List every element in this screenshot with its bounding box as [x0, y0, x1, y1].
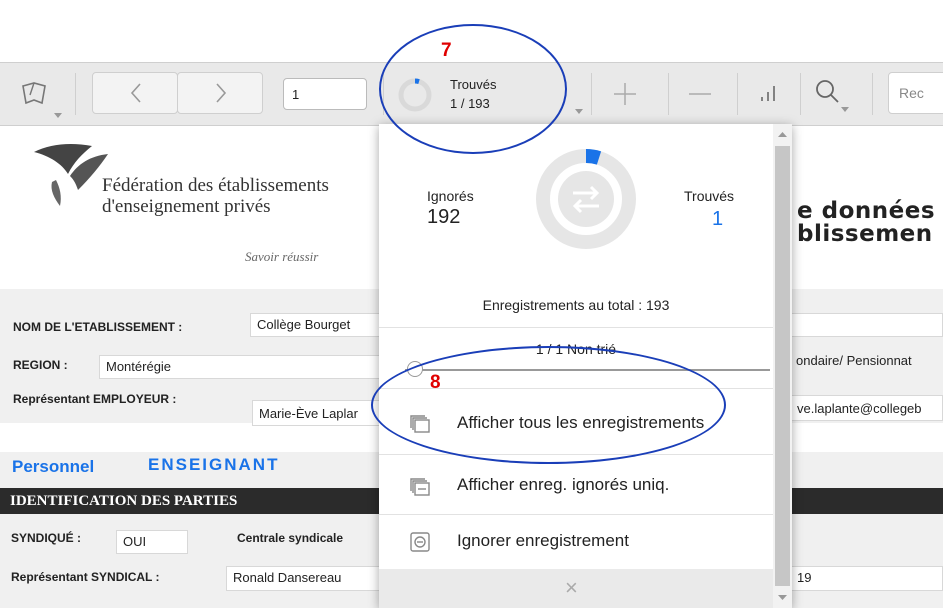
- syndique-label: SYNDIQUÉ :: [11, 531, 82, 545]
- email-field[interactable]: ve.laplante@collegeb: [790, 395, 943, 421]
- annotation-ellipse-7: [379, 24, 567, 154]
- new-record-icon[interactable]: [610, 79, 644, 109]
- page-title-line2: blissemen: [797, 221, 933, 247]
- school-type-field[interactable]: ondaire/ Pensionnat: [790, 350, 943, 374]
- annotation-ellipse-8: [371, 346, 726, 464]
- feep-logo: [30, 140, 110, 210]
- centrale-label: Centrale syndicale: [237, 531, 344, 545]
- total-records-text: Enregistrements au total : 193: [482, 297, 670, 313]
- rep-syndical-label: Représentant SYNDICAL :: [11, 570, 160, 584]
- omit-icon: [410, 532, 430, 552]
- ignored-label: Ignorés: [427, 188, 474, 204]
- scroll-down-icon[interactable]: [773, 590, 792, 604]
- bar-chart-icon[interactable]: [757, 81, 781, 107]
- popup-scrollbar[interactable]: [773, 124, 792, 608]
- rep-employeur-field[interactable]: Marie-Ève Laplar: [252, 400, 382, 426]
- rep-employeur-label: Représentant EMPLOYEUR :: [13, 392, 177, 406]
- found-label-popup: Trouvés: [684, 188, 735, 204]
- nom-field-right[interactable]: [790, 313, 943, 337]
- personnel-label: Personnel: [12, 457, 95, 476]
- record-number-input[interactable]: 1: [283, 78, 367, 110]
- nom-label: NOM DE L'ETABLISSEMENT :: [13, 320, 183, 334]
- quick-find-input[interactable]: Rec: [888, 72, 943, 114]
- book-icon[interactable]: [12, 77, 62, 118]
- region-label: REGION :: [13, 358, 68, 372]
- section-title: IDENTIFICATION DES PARTIES: [10, 493, 238, 509]
- divider: [379, 327, 773, 328]
- scrollbar-thumb[interactable]: [775, 146, 790, 586]
- org-name-line2: d'enseignement privés: [102, 196, 271, 217]
- org-name-line1: Fédération des établissements: [102, 175, 329, 196]
- swap-ring-icon[interactable]: [531, 144, 641, 254]
- search-icon[interactable]: [813, 77, 853, 115]
- right-field[interactable]: 19: [790, 566, 943, 591]
- syndique-field[interactable]: OUI: [116, 530, 188, 554]
- prev-record-button[interactable]: [92, 72, 178, 114]
- popup-footer: ×: [379, 569, 773, 608]
- close-icon[interactable]: ×: [565, 575, 578, 601]
- org-tagline: Savoir réussir: [245, 249, 319, 264]
- scroll-up-icon[interactable]: [773, 128, 792, 142]
- next-record-button[interactable]: [177, 72, 263, 114]
- stack-icon: [410, 478, 430, 496]
- personnel-category: ENSEIGNANT: [148, 455, 280, 474]
- found-count-popup: 1: [712, 208, 724, 230]
- delete-record-icon[interactable]: [685, 79, 719, 109]
- region-field[interactable]: Montérégie: [99, 355, 381, 379]
- menu-show-omitted-label: Afficher enreg. ignorés uniq.: [457, 475, 670, 494]
- menu-omit-record[interactable]: Ignorer enregistrement: [379, 514, 773, 570]
- rep-syndical-field[interactable]: Ronald Dansereau: [226, 566, 381, 591]
- ignored-count: 192: [427, 206, 461, 228]
- menu-omit-record-label: Ignorer enregistrement: [457, 531, 629, 550]
- nom-field[interactable]: Collège Bourget: [250, 313, 380, 337]
